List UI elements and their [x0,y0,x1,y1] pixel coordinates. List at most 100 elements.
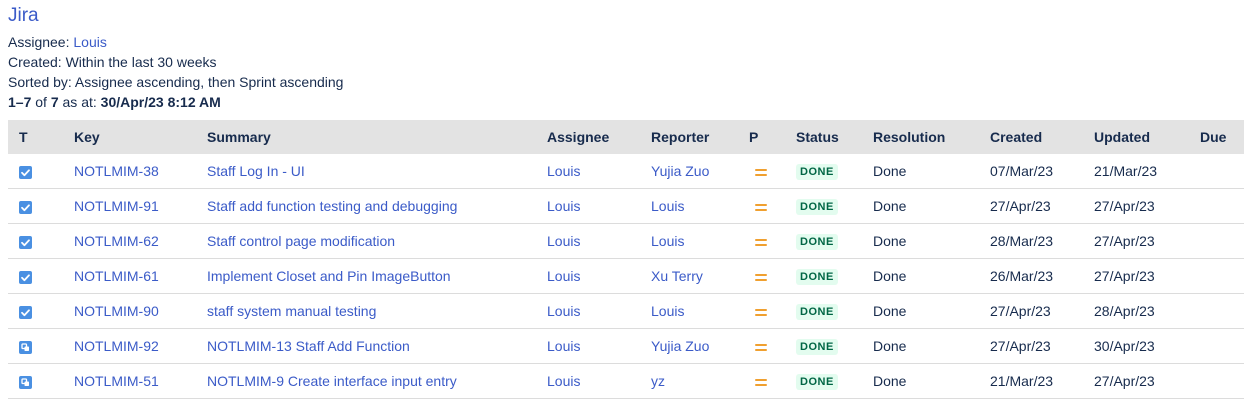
column-header-priority[interactable]: P [749,120,796,154]
jira-title-link[interactable]: Jira [8,5,39,26]
table-row[interactable]: NOTLMIM-91 Staff add function testing and… [8,188,1244,224]
cell-status: DONE [796,223,873,259]
status-badge: DONE [796,164,838,180]
table-row[interactable]: NOTLMIM-61 Implement Closet and Pin Image… [8,258,1244,294]
reporter-link[interactable]: Yujia Zuo [651,338,709,354]
cell-status: DONE [796,258,873,294]
task-icon [19,235,32,249]
assignee-filter-link[interactable]: Louis [73,34,106,50]
status-badge: DONE [796,339,838,355]
column-header-key[interactable]: Key [74,120,207,154]
reporter-link[interactable]: yz [651,373,665,389]
cell-type [8,258,74,294]
cell-due [1200,258,1244,294]
cell-due [1200,363,1244,399]
cell-updated: 27/Apr/23 [1094,363,1200,399]
cell-resolution: Done [873,154,990,189]
issue-key-link[interactable]: NOTLMIM-61 [74,268,159,284]
status-badge: DONE [796,304,838,320]
issue-summary-link[interactable]: Staff control page modification [207,233,395,249]
subtask-icon [19,340,32,354]
cell-created: 27/Apr/23 [990,328,1094,364]
cell-summary: Staff Log In - UI [207,154,547,189]
issue-key-link[interactable]: NOTLMIM-92 [74,338,159,354]
task-icon [19,305,32,319]
cell-assignee: Louis [547,293,651,329]
column-header-created[interactable]: Created [990,120,1094,154]
cell-updated: 28/Apr/23 [1094,293,1200,329]
assignee-filter: Assignee: Louis [8,32,1236,52]
page-title[interactable]: Jira [8,4,1236,28]
issue-summary-link[interactable]: staff system manual testing [207,303,376,319]
cell-status: DONE [796,328,873,364]
column-header-updated[interactable]: Updated [1094,120,1200,154]
cell-updated: 27/Apr/23 [1094,258,1200,294]
cell-type [8,223,74,259]
cell-due [1200,188,1244,224]
table-row[interactable]: NOTLMIM-62 Staff control page modificatio… [8,223,1244,259]
column-header-reporter[interactable]: Reporter [651,120,749,154]
assignee-link[interactable]: Louis [547,268,580,284]
issue-key-link[interactable]: NOTLMIM-90 [74,303,159,319]
issue-key-link[interactable]: NOTLMIM-62 [74,233,159,249]
reporter-link[interactable]: Louis [651,233,684,249]
cell-updated: 27/Apr/23 [1094,223,1200,259]
reporter-link[interactable]: Yujia Zuo [651,163,709,179]
result-count: 1–7 of 7 as at: 30/Apr/23 8:12 AM [8,92,1236,112]
cell-due [1200,154,1244,189]
issue-summary-link[interactable]: Staff add function testing and debugging [207,198,457,214]
column-header-assignee[interactable]: Assignee [547,120,651,154]
issue-key-link[interactable]: NOTLMIM-38 [74,163,159,179]
cell-priority [749,154,796,189]
task-icon [19,200,32,214]
table-row[interactable]: NOTLMIM-90 staff system manual testing Lou… [8,293,1244,329]
table-row[interactable]: NOTLMIM-51 NOTLMIM-9 Create interface inp… [8,363,1244,399]
cell-key: NOTLMIM-51 [74,363,207,399]
assignee-link[interactable]: Louis [547,303,580,319]
cell-summary: staff system manual testing [207,293,547,329]
cell-reporter: Yujia Zuo [651,328,749,364]
cell-updated: 27/Apr/23 [1094,188,1200,224]
issue-summary-link[interactable]: NOTLMIM-13 Staff Add Function [207,338,410,354]
column-header-type[interactable]: T [8,120,74,154]
reporter-link[interactable]: Xu Terry [651,268,703,284]
column-header-summary[interactable]: Summary [207,120,547,154]
medium-priority-icon [755,343,767,352]
column-header-status[interactable]: Status [796,120,873,154]
status-badge: DONE [796,374,838,390]
cell-priority [749,293,796,329]
table-row[interactable]: NOTLMIM-92 NOTLMIM-13 Staff Add Function L… [8,328,1244,364]
cell-key: NOTLMIM-91 [74,188,207,224]
cell-type [8,154,74,189]
created-filter: Created: Within the last 30 weeks [8,54,217,70]
cell-priority [749,328,796,364]
cell-resolution: Done [873,223,990,259]
assignee-link[interactable]: Louis [547,373,580,389]
sort-description: Sorted by: Assignee ascending, then Spri… [8,74,344,90]
cell-created: 21/Mar/23 [990,363,1094,399]
cell-reporter: Louis [651,223,749,259]
assignee-link[interactable]: Louis [547,198,580,214]
reporter-link[interactable]: Louis [651,198,684,214]
cell-summary: Staff add function testing and debugging [207,188,547,224]
cell-created: 27/Apr/23 [990,188,1094,224]
reporter-link[interactable]: Louis [651,303,684,319]
column-header-due[interactable]: Due [1200,120,1244,154]
status-badge: DONE [796,199,838,215]
cell-created: 27/Apr/23 [990,293,1094,329]
cell-key: NOTLMIM-90 [74,293,207,329]
issue-summary-link[interactable]: NOTLMIM-9 Create interface input entry [207,373,457,389]
issue-key-link[interactable]: NOTLMIM-51 [74,373,159,389]
cell-status: DONE [796,154,873,189]
column-header-resolution[interactable]: Resolution [873,120,990,154]
cell-reporter: yz [651,363,749,399]
issue-summary-link[interactable]: Staff Log In - UI [207,163,305,179]
cell-key: NOTLMIM-38 [74,154,207,189]
assignee-link[interactable]: Louis [547,338,580,354]
assignee-link[interactable]: Louis [547,163,580,179]
table-row[interactable]: NOTLMIM-38 Staff Log In - UI Louis Yujia Zu… [8,154,1244,189]
issue-key-link[interactable]: NOTLMIM-91 [74,198,159,214]
cell-type [8,363,74,399]
assignee-link[interactable]: Louis [547,233,580,249]
issue-summary-link[interactable]: Implement Closet and Pin ImageButton [207,268,451,284]
